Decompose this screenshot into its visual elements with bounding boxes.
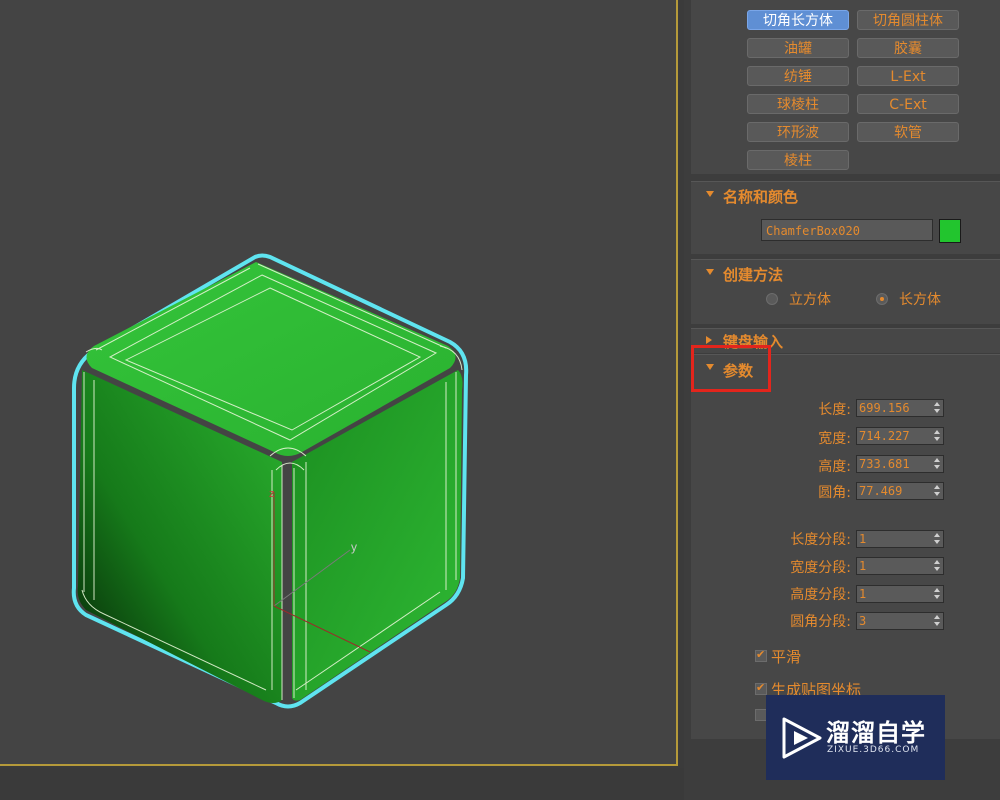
fillet-spinner[interactable]: 77.469: [856, 482, 944, 500]
height-segs-value[interactable]: 1: [859, 587, 866, 601]
spinner-arrows-icon[interactable]: [934, 588, 940, 600]
object-type-rollout: 切角长方体 切角圆柱体 油罐 胶囊 纺锤 L-Ext 球棱柱 C-Ext 环形波…: [691, 0, 1000, 174]
length-segs-value[interactable]: 1: [859, 532, 866, 546]
smooth-label[interactable]: 平滑: [771, 646, 801, 667]
width-segs-spinner[interactable]: 1: [856, 557, 944, 575]
play-icon: [782, 717, 822, 759]
smooth-checkbox[interactable]: [755, 648, 767, 662]
watermark-logo: 溜溜自学 ZIXUE.3D66.COM: [766, 695, 945, 780]
radio-cube[interactable]: [766, 293, 778, 305]
collapse-arrow-icon[interactable]: [706, 191, 714, 197]
radio-box[interactable]: [876, 293, 888, 305]
perspective-viewport[interactable]: y z: [0, 0, 678, 766]
prism-button[interactable]: 棱柱: [747, 150, 849, 170]
width-label: 宽度:: [818, 431, 851, 447]
spinner-arrows-icon[interactable]: [934, 560, 940, 572]
width-value[interactable]: 714.227: [859, 429, 910, 443]
width-segs-value[interactable]: 1: [859, 559, 866, 573]
spinner-arrows-icon[interactable]: [934, 430, 940, 442]
capsule-button[interactable]: 胶囊: [857, 38, 959, 58]
height-segs-spinner[interactable]: 1: [856, 585, 944, 603]
ringwave-button[interactable]: 环形波: [747, 122, 849, 142]
spinner-arrows-icon[interactable]: [934, 533, 940, 545]
spinner-arrows-icon[interactable]: [934, 615, 940, 627]
axis-label-y: y: [351, 540, 357, 554]
fillet-segs-label: 圆角分段:: [790, 614, 851, 630]
object-color-swatch[interactable]: [939, 219, 961, 243]
chamfer-box-object[interactable]: y z: [0, 0, 678, 766]
name-color-rollout: 名称和颜色 ChamferBox020: [691, 181, 1000, 254]
spindle-button[interactable]: 纺锤: [747, 66, 849, 86]
height-label: 高度:: [818, 459, 851, 475]
length-segs-spinner[interactable]: 1: [856, 530, 944, 548]
gen-mapping-coords-checkbox[interactable]: [755, 681, 767, 695]
oil-tank-button[interactable]: 油罐: [747, 38, 849, 58]
watermark-title: 溜溜自学: [826, 719, 926, 747]
collapse-arrow-icon[interactable]: [706, 269, 714, 275]
height-value[interactable]: 733.681: [859, 457, 910, 471]
rollout-title-name-color[interactable]: 名称和颜色: [723, 186, 798, 207]
c-ext-button[interactable]: C-Ext: [857, 94, 959, 114]
l-ext-button[interactable]: L-Ext: [857, 66, 959, 86]
expand-arrow-icon[interactable]: [706, 336, 712, 344]
object-name-input[interactable]: ChamferBox020: [761, 219, 933, 241]
chamfer-box-button[interactable]: 切角长方体: [747, 10, 849, 30]
parameters-rollout: 参数 长度: 699.156 宽度: 714.227 高度: 733.681 圆…: [691, 354, 1000, 739]
fillet-label: 圆角:: [818, 485, 851, 501]
length-spinner[interactable]: 699.156: [856, 399, 944, 417]
spinner-arrows-icon[interactable]: [934, 402, 940, 414]
spinner-arrows-icon[interactable]: [934, 458, 940, 470]
viewport-footer: [0, 768, 684, 800]
rollout-title-creation-method[interactable]: 创建方法: [723, 264, 783, 285]
fillet-value[interactable]: 77.469: [859, 484, 902, 498]
length-segs-label: 长度分段:: [790, 532, 851, 548]
width-spinner[interactable]: 714.227: [856, 427, 944, 445]
chamfer-cylinder-button[interactable]: 切角圆柱体: [857, 10, 959, 30]
length-value[interactable]: 699.156: [859, 401, 910, 415]
spinner-arrows-icon[interactable]: [934, 485, 940, 497]
creation-method-rollout: 创建方法 立方体 长方体: [691, 259, 1000, 324]
hose-button[interactable]: 软管: [857, 122, 959, 142]
annotation-highlight-box: [691, 345, 771, 392]
command-panel: 切角长方体 切角圆柱体 油罐 胶囊 纺锤 L-Ext 球棱柱 C-Ext 环形波…: [684, 0, 1000, 800]
height-segs-label: 高度分段:: [790, 587, 851, 603]
radio-cube-label[interactable]: 立方体: [789, 289, 831, 309]
height-spinner[interactable]: 733.681: [856, 455, 944, 473]
width-segs-label: 宽度分段:: [790, 560, 851, 576]
axis-label-z: z: [269, 488, 275, 500]
gengon-button[interactable]: 球棱柱: [747, 94, 849, 114]
length-label: 长度:: [818, 402, 851, 418]
fillet-segs-spinner[interactable]: 3: [856, 612, 944, 630]
fillet-segs-value[interactable]: 3: [859, 614, 866, 628]
watermark-subtitle: ZIXUE.3D66.COM: [827, 745, 920, 755]
radio-box-label[interactable]: 长方体: [899, 289, 941, 309]
